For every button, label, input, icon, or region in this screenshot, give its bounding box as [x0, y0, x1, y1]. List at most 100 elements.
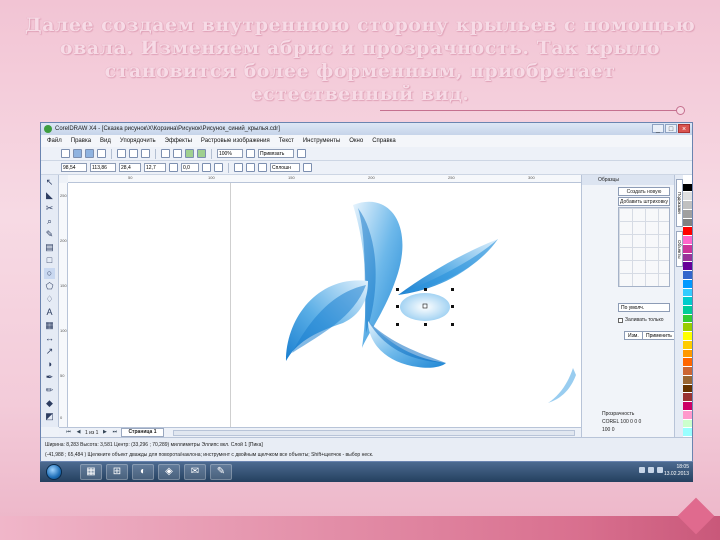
palette-swatch[interactable]	[683, 262, 692, 272]
outline-style-dropdown[interactable]: Сплошн	[270, 163, 300, 172]
taskbar-app-icon[interactable]: ◈	[158, 464, 180, 480]
palette-swatch[interactable]	[683, 375, 692, 385]
edit-button[interactable]: Изм.	[624, 331, 643, 340]
dimension-tool-icon[interactable]: ↔	[44, 333, 55, 344]
palette-swatch[interactable]	[683, 218, 692, 228]
tray-icon[interactable]	[639, 467, 645, 473]
pick-tool-icon[interactable]: ↖	[44, 177, 55, 188]
lock-ratio-icon[interactable]	[169, 163, 178, 172]
ellipse-tool-icon[interactable]: ○	[44, 268, 55, 279]
polygon-tool-icon[interactable]: ⬠	[44, 281, 55, 292]
palette-swatch[interactable]	[683, 419, 692, 429]
palette-swatch[interactable]	[683, 271, 692, 280]
horizontal-scrollbar[interactable]	[172, 429, 575, 436]
to-curves-icon[interactable]	[303, 163, 312, 172]
open-icon[interactable]	[73, 149, 82, 158]
taskbar-app-icon[interactable]: ◐	[132, 464, 154, 480]
page-tab[interactable]: Страница 1	[121, 428, 164, 437]
position-x-field[interactable]: 98,54	[61, 163, 87, 172]
drawing-canvas[interactable]	[68, 183, 581, 427]
docker-tab-objects[interactable]: Объекты	[676, 231, 683, 267]
cut-icon[interactable]	[117, 149, 126, 158]
last-page-icon[interactable]: ⏭	[111, 429, 118, 436]
menu-arrange[interactable]: Упорядочить	[120, 135, 156, 147]
palette-swatch[interactable]	[683, 349, 692, 359]
taskbar-app-icon[interactable]: ✉	[184, 464, 206, 480]
close-button[interactable]: ×	[678, 124, 690, 133]
palette-swatch[interactable]	[683, 306, 692, 315]
palette-swatch[interactable]	[683, 279, 692, 289]
palette-swatch[interactable]	[683, 323, 692, 333]
new-document-icon[interactable]	[61, 149, 70, 158]
palette-swatch[interactable]	[683, 297, 692, 307]
prev-page-icon[interactable]: ◀	[75, 429, 82, 436]
basic-shapes-tool-icon[interactable]: ♢	[44, 294, 55, 305]
palette-swatch[interactable]	[683, 384, 692, 394]
mirror-vertical-icon[interactable]	[214, 163, 223, 172]
docker-tab-hints[interactable]: Подсказки	[676, 179, 683, 227]
crop-tool-icon[interactable]: ✂	[44, 203, 55, 214]
smart-fill-tool-icon[interactable]: ▤	[44, 242, 55, 253]
palette-swatch[interactable]	[683, 358, 692, 368]
vertical-ruler[interactable]: 250 200 150 100 50 0	[59, 183, 68, 427]
zoom-tool-icon[interactable]: ⌕	[44, 216, 55, 227]
clock[interactable]: 18:05 13.02.2013	[664, 464, 689, 478]
menu-help[interactable]: Справка	[372, 135, 396, 147]
taskbar-app-icon[interactable]: ✎	[210, 464, 232, 480]
rotation-angle-field[interactable]: 0,0	[181, 163, 199, 172]
menu-file[interactable]: Файл	[47, 135, 62, 147]
menu-edit[interactable]: Правка	[71, 135, 91, 147]
palette-swatch[interactable]	[683, 201, 692, 210]
add-hatch-button[interactable]: Добавить штриховку	[618, 197, 670, 206]
zoom-level-field[interactable]: 100%	[217, 149, 243, 158]
options-icon[interactable]	[297, 149, 306, 158]
shape-tool-icon[interactable]: ◣	[44, 190, 55, 201]
palette-swatch[interactable]	[683, 227, 692, 237]
height-field[interactable]: 12,7	[144, 163, 166, 172]
palette-swatch[interactable]	[683, 402, 692, 411]
palette-swatch[interactable]	[683, 428, 692, 438]
fill-tool-icon[interactable]: ◆	[44, 398, 55, 409]
horizontal-ruler[interactable]: 50 100 150 200 250 300	[68, 175, 581, 183]
palette-swatch[interactable]	[683, 410, 692, 420]
butterfly-wings-artwork[interactable]	[68, 183, 581, 427]
palette-swatch[interactable]	[683, 253, 692, 263]
width-field[interactable]: 28,4	[119, 163, 141, 172]
menu-view[interactable]: Вид	[100, 135, 111, 147]
fill-only-checkbox-row[interactable]: Заливать только	[618, 317, 664, 323]
copy-icon[interactable]	[129, 149, 138, 158]
interactive-fill-tool-icon[interactable]: ◩	[44, 411, 55, 422]
taskbar-app-icon[interactable]: ⊞	[106, 464, 128, 480]
export-icon[interactable]	[197, 149, 206, 158]
redo-icon[interactable]	[173, 149, 182, 158]
snap-to-dropdown[interactable]: Привязать	[258, 149, 294, 158]
rectangle-tool-icon[interactable]: □	[44, 255, 55, 266]
mirror-horizontal-icon[interactable]	[202, 163, 211, 172]
palette-swatch[interactable]	[683, 192, 692, 202]
paste-icon[interactable]	[141, 149, 150, 158]
menu-effects[interactable]: Эффекты	[165, 135, 192, 147]
save-icon[interactable]	[85, 149, 94, 158]
upper-wing-shape[interactable]	[353, 201, 403, 348]
freehand-tool-icon[interactable]: ✎	[44, 229, 55, 240]
next-page-icon[interactable]: ▶	[101, 429, 108, 436]
palette-swatch[interactable]	[683, 183, 692, 193]
menu-text[interactable]: Текст	[279, 135, 294, 147]
start-button[interactable]	[46, 464, 62, 480]
preset-dropdown[interactable]: По умолч.	[618, 303, 670, 312]
palette-swatch[interactable]	[683, 288, 692, 298]
minimize-button[interactable]: _	[652, 124, 664, 133]
menu-window[interactable]: Окно	[349, 135, 363, 147]
position-y-field[interactable]: 113,86	[90, 163, 116, 172]
menu-tools[interactable]: Инструменты	[303, 135, 340, 147]
tray-icon[interactable]	[648, 467, 654, 473]
print-icon[interactable]	[97, 149, 106, 158]
palette-swatch[interactable]	[683, 244, 692, 254]
create-new-button[interactable]: Создать новую	[618, 187, 670, 196]
arc-mode-icon[interactable]	[258, 163, 267, 172]
eyedropper-tool-icon[interactable]: ✒	[44, 372, 55, 383]
connector-tool-icon[interactable]: ↗	[44, 346, 55, 357]
palette-swatch[interactable]	[683, 340, 692, 350]
blend-tool-icon[interactable]: ◑	[44, 359, 55, 370]
first-page-icon[interactable]: ⏮	[65, 429, 72, 436]
